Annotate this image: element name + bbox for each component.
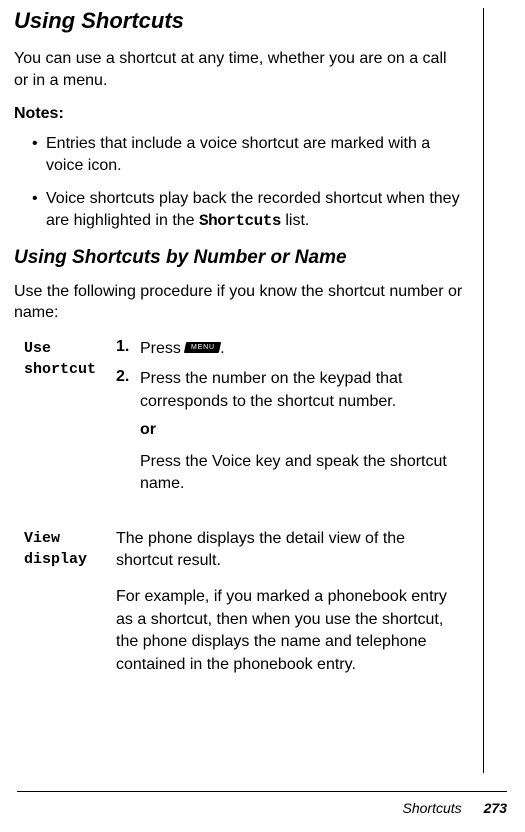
page-content: Using Shortcuts You can use a shortcut a… <box>14 8 484 773</box>
procedure-steps: 1. Press MENU. 2. Press the number on th… <box>116 338 465 510</box>
procedure-description: The phone displays the detail view of th… <box>116 528 465 690</box>
page-number: 273 <box>484 800 507 816</box>
notes-list: Entries that include a voice shortcut ar… <box>14 133 465 232</box>
notes-label: Notes: <box>14 105 465 123</box>
procedure-use-shortcut: Use shortcut 1. Press MENU. 2. Press the… <box>14 338 465 510</box>
shortcuts-keyword: Shortcuts <box>199 212 281 230</box>
procedure-label: View display <box>14 528 116 690</box>
step-1: 1. Press MENU. <box>116 338 465 360</box>
list-item: Entries that include a voice shortcut ar… <box>14 133 465 176</box>
procedure-label: Use shortcut <box>14 338 116 510</box>
procedure-view-display: View display The phone displays the deta… <box>14 528 465 690</box>
alternative-step: Press the Voice key and speak the shortc… <box>140 451 465 496</box>
menu-key-icon: MENU <box>184 342 221 353</box>
or-separator: or <box>140 421 465 439</box>
section-title: Using Shortcuts <box>14 8 465 34</box>
intro-paragraph: You can use a shortcut at any time, whet… <box>14 48 465 91</box>
page-footer: Shortcuts 273 <box>17 791 507 816</box>
step-2: 2. Press the number on the keypad that c… <box>116 368 465 413</box>
footer-section-name: Shortcuts <box>403 800 462 816</box>
subsection-title: Using Shortcuts by Number or Name <box>14 247 465 269</box>
list-item: Voice shortcuts play back the recorded s… <box>14 188 465 232</box>
subsection-intro: Use the following procedure if you know … <box>14 281 465 324</box>
